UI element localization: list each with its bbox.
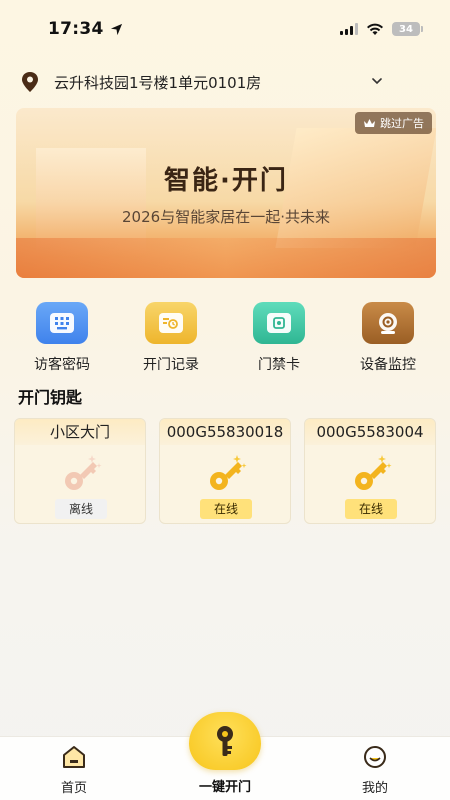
- one-tap-unlock-button[interactable]: 一键开门: [188, 712, 262, 795]
- action-label: 设备监控: [360, 357, 416, 373]
- tab-mine[interactable]: 我的: [335, 745, 415, 796]
- key-card-name: 小区大门: [15, 419, 145, 445]
- status-time: 17:34: [48, 19, 123, 39]
- profile-icon: [364, 746, 386, 768]
- skip-ad-label: 跳过广告: [380, 117, 424, 130]
- skip-ad-button[interactable]: 跳过广告: [355, 112, 432, 134]
- records-icon: [145, 302, 197, 344]
- status-bar: 17:34 34: [0, 0, 450, 58]
- key-icon: [355, 455, 392, 490]
- one-tap-unlock-label: 一键开门: [198, 780, 251, 795]
- location-arrow-icon: [110, 23, 122, 35]
- visitor-password-button[interactable]: 访客密码: [17, 302, 107, 374]
- key-card-name: 000G5583004: [305, 419, 435, 445]
- camera-icon: [362, 302, 414, 344]
- banner-subtitle: 2026与智能家居在一起·共未来: [122, 208, 330, 226]
- action-label: 门禁卡: [258, 357, 300, 373]
- key-card-name: 000G55830018: [160, 419, 290, 445]
- chevron-down-icon[interactable]: [370, 74, 384, 88]
- section-title: 开门钥匙: [18, 388, 83, 407]
- key-icon: [65, 455, 102, 490]
- battery-icon: 34: [392, 22, 423, 36]
- action-label: 访客密码: [34, 357, 90, 373]
- unlock-circle: [189, 712, 261, 770]
- key-card[interactable]: 000G5583004 在线: [304, 418, 436, 524]
- wifi-icon: [367, 23, 383, 35]
- status-indicators: 34: [340, 22, 423, 36]
- key-status-badge: 在线: [345, 499, 397, 519]
- action-label: 开门记录: [143, 357, 199, 373]
- device-monitor-button[interactable]: 设备监控: [343, 302, 433, 374]
- crown-icon: [364, 118, 375, 127]
- banner-decoration: [16, 238, 436, 278]
- address-selector[interactable]: 云升科技园1号楼1单元0101房: [20, 66, 390, 98]
- unlock-records-button[interactable]: 开门记录: [126, 302, 216, 374]
- location-pin-icon: [22, 72, 38, 92]
- key-card[interactable]: 000G55830018 在线: [159, 418, 291, 524]
- home-icon: [63, 746, 85, 768]
- tab-home[interactable]: 首页: [34, 745, 114, 796]
- access-card-icon: [253, 302, 305, 344]
- key-status-badge: 在线: [200, 499, 252, 519]
- cellular-signal-icon: [340, 23, 358, 35]
- tab-mine-label: 我的: [361, 781, 388, 796]
- battery-level: 34: [399, 23, 413, 35]
- banner-title: 智能·开门: [164, 166, 288, 196]
- status-time-text: 17:34: [48, 19, 104, 39]
- address-text: 云升科技园1号楼1单元0101房: [54, 73, 262, 92]
- key-icon: [217, 726, 233, 756]
- quick-actions: 访客密码 开门记录 门禁卡 设备监控: [0, 302, 450, 380]
- key-card[interactable]: 小区大门 离线: [14, 418, 146, 524]
- tab-home-label: 首页: [60, 781, 87, 796]
- keypad-icon: [36, 302, 88, 344]
- ad-banner[interactable]: 智能·开门 2026与智能家居在一起·共未来 跳过广告: [16, 108, 436, 278]
- access-card-button[interactable]: 门禁卡: [234, 302, 324, 374]
- key-icon: [210, 455, 247, 490]
- key-status-badge: 离线: [55, 499, 107, 519]
